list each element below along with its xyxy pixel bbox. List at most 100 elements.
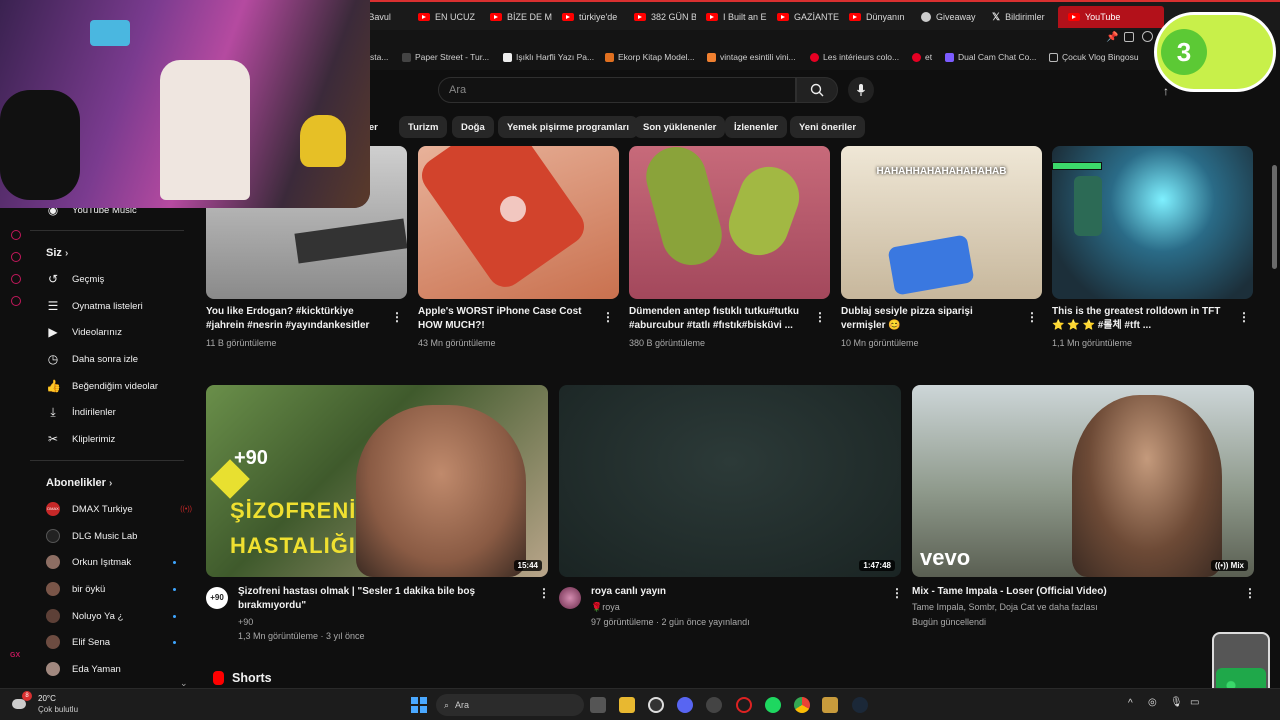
sidebar-item-your-videos[interactable]: ▶ Videolarınız [46,322,196,342]
more-options-icon[interactable]: ⋮ [1238,311,1250,323]
steam-icon[interactable] [852,697,868,713]
sidebar-item-watch-later[interactable]: ◷ Daha sonra izle [46,349,196,369]
video-title[interactable]: Dublaj sesiyle pizza siparişi vermişler 😊 [841,305,1021,333]
channel-name[interactable]: Tame Impala, Sombr, Doja Cat ve daha faz… [912,601,1098,614]
video-thumbnail[interactable]: vevo ((•)) Mix [912,385,1254,577]
browser-tab[interactable]: BİZE DE M [490,8,552,26]
video-thumbnail[interactable]: +90 ŞİZOFRENİ HASTALIĞI 15:44 [206,385,548,577]
bookmark-item[interactable]: Dual Cam Chat Co... [945,52,1036,62]
sidebar-section-you[interactable]: Siz › [46,247,68,259]
channel-avatar[interactable]: +90 [206,587,228,609]
browser-tab[interactable]: türkiye'de [562,8,624,26]
video-thumbnail[interactable]: HAHAHHAHAHAHAHAHAB [841,146,1042,299]
more-options-icon[interactable]: ⋮ [1244,587,1256,599]
video-title[interactable]: You like Erdogan? #kicktürkiye #jahrein #… [206,305,386,333]
chip[interactable]: Yeni öneriler [790,116,866,138]
task-view-icon[interactable] [590,697,606,713]
chip[interactable]: Doğa [452,116,494,138]
more-options-icon[interactable]: ⋮ [602,311,614,323]
more-options-icon[interactable]: ⋮ [891,587,903,599]
sidebar-item-label: Kliplerimiz [72,433,116,445]
subscription-item[interactable]: DLG Music Lab [46,526,196,546]
channel-name[interactable]: +90 [238,616,253,629]
chip[interactable]: Turizm [399,116,448,138]
close-circle-icon[interactable] [1142,31,1153,42]
more-options-icon[interactable]: ⋮ [391,311,403,323]
video-title[interactable]: roya canlı yayın [591,585,881,599]
display-icon[interactable]: ▭ [1190,697,1199,708]
scrollbar-thumb[interactable] [1272,165,1277,269]
bookmark-item[interactable]: Çocuk Vlog Bingosu [1049,52,1139,62]
opera-gx-icon[interactable] [736,697,752,713]
more-options-icon[interactable]: ⋮ [814,311,826,323]
mic-tray-icon[interactable]: 🎙 [1170,697,1183,708]
browser-tab[interactable]: 382 GÜN B [634,8,696,26]
channel-name[interactable]: 🌹roya [591,601,620,614]
subscription-item[interactable]: Orkun Işıtmak [46,552,196,572]
video-title[interactable]: Mix - Tame Impala - Loser (Official Vide… [912,585,1222,599]
search-input[interactable]: Ara [438,77,796,103]
subscription-item[interactable]: Elif Sena [46,632,196,652]
video-title[interactable]: This is the greatest rolldown in TFT ⭐ ⭐ … [1052,305,1232,333]
video-thumbnail[interactable]: 1:47:48 [559,385,901,577]
app-icon[interactable] [706,697,722,713]
browser-tab[interactable]: GAZİANTE [777,8,839,26]
browser-tab[interactable]: EN UCUZ [418,8,480,26]
bookmark-item[interactable]: Işıklı Harfli Yazı Pa... [503,52,594,62]
more-options-icon[interactable]: ⋮ [538,587,550,599]
channel-avatar[interactable] [559,587,581,609]
chip[interactable]: Son yüklenenler [634,116,726,138]
browser-tab[interactable]: Dünyanın [849,8,911,26]
spotify-icon[interactable] [765,697,781,713]
browser-tab[interactable]: I Built an E [706,8,768,26]
chrome-icon[interactable] [794,697,810,713]
weather-widget[interactable]: 8 20°C Çok bulutlu [12,691,78,715]
bookmark-item[interactable]: vintage esintili vini... [707,52,796,62]
screenshot-icon[interactable] [1124,32,1134,42]
sidebar-item-playlists[interactable]: ☰ Oynatma listeleri [46,296,196,316]
bookmark-item[interactable]: Ekorp Kitap Model... [605,52,695,62]
voice-search-button[interactable] [848,77,874,103]
chevron-up-icon[interactable]: ^ [1128,698,1133,709]
settings-icon[interactable] [648,697,664,713]
video-title[interactable]: Şizofreni hastası olmak | "Sesler 1 daki… [238,585,528,613]
windows-start-icon[interactable] [411,697,427,713]
rail-icon[interactable] [11,274,21,284]
sidebar-item-history[interactable]: ↺ Geçmiş [46,269,196,289]
rail-icon[interactable] [11,296,21,306]
chip[interactable]: İzlenenler [725,116,787,138]
browser-tab[interactable]: 𝕏 Bildirimler [992,8,1052,26]
browser-tab[interactable]: Giveaway [921,8,981,26]
video-title[interactable]: Dümenden antep fıstıklı tutku#tutku #abur… [629,305,811,333]
bookmark-item[interactable]: sta... [370,52,388,62]
sidebar-item-downloads[interactable]: ⤓ İndirilenler [46,402,196,422]
taskbar-search[interactable]: ⌕ Ara [436,694,584,716]
bookmark-item[interactable]: Les intérieurs colo... [810,52,899,62]
sidebar-item-clips[interactable]: ✂ Kliplerimiz [46,429,196,449]
subscription-item[interactable]: bir öykü [46,579,196,599]
gx-icon[interactable]: GX [10,652,20,659]
subscription-item[interactable]: Noluyo Ya ¿ [46,606,196,626]
upload-icon[interactable]: ↑ [1163,84,1169,98]
more-options-icon[interactable]: ⋮ [1026,311,1038,323]
discord-icon[interactable] [677,697,693,713]
video-thumbnail[interactable] [629,146,830,299]
subscription-item[interactable]: DMAX DMAX Turkiye ((•)) [46,499,196,519]
video-title[interactable]: Apple's WORST iPhone Case Cost HOW MUCH?! [418,305,598,333]
browser-tab-active[interactable]: YouTube [1058,6,1164,28]
pin-icon[interactable]: 📌 [1106,32,1118,43]
rail-icon[interactable] [11,230,21,240]
bookmark-item[interactable]: et [912,52,932,62]
subscription-item[interactable]: Eda Yaman [46,659,196,679]
network-icon[interactable]: ◎ [1148,697,1157,708]
sidebar-section-subscriptions[interactable]: Abonelikler › [46,477,112,489]
video-thumbnail[interactable] [418,146,619,299]
file-explorer-icon[interactable] [619,697,635,713]
chip[interactable]: Yemek pişirme programları [498,116,638,138]
rail-icon[interactable] [11,252,21,262]
bookmark-item[interactable]: Paper Street - Tur... [402,52,489,62]
league-icon[interactable] [822,697,838,713]
sidebar-item-liked-videos[interactable]: 👍 Beğendiğim videolar [46,376,196,396]
video-thumbnail[interactable] [1052,146,1253,299]
search-button[interactable] [796,77,838,103]
